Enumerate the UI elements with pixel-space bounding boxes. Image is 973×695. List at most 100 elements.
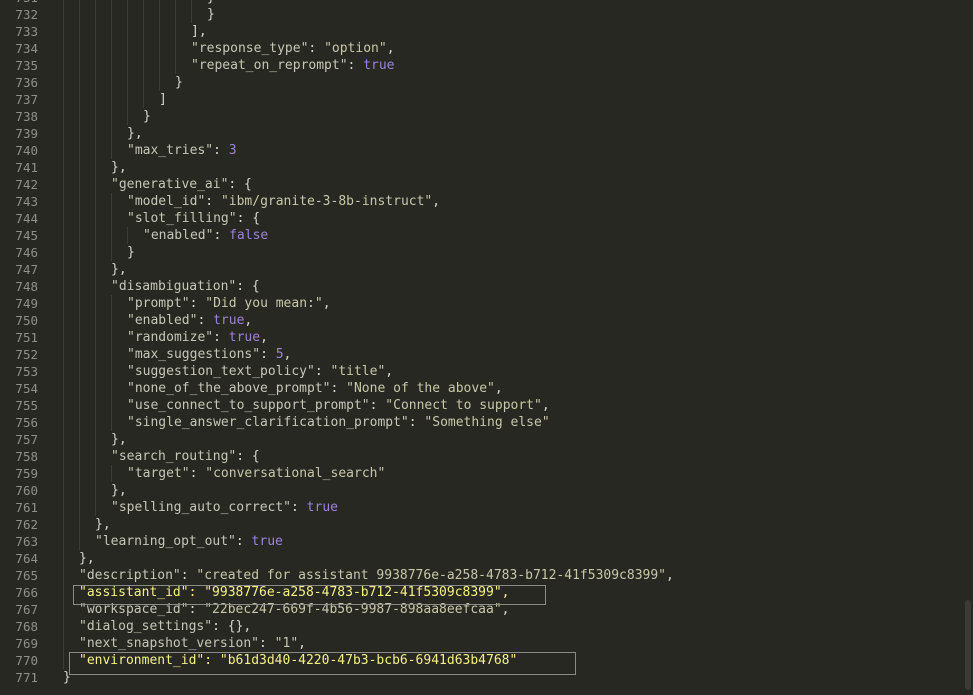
line-number: 754 — [15, 381, 38, 396]
indent-guide — [63, 57, 79, 74]
code-line[interactable]: 750 "enabled": true, — [0, 312, 973, 329]
code-line[interactable]: 736} — [0, 74, 973, 91]
code-line[interactable]: 733], — [0, 23, 973, 40]
code-token: , — [260, 330, 268, 345]
code-line[interactable]: 742 "generative_ai": { — [0, 176, 973, 193]
code-token: true — [363, 58, 395, 73]
line-number: 766 — [15, 585, 38, 600]
indent-guide — [143, 74, 159, 91]
code-token: ], — [191, 24, 207, 39]
line-number: 743 — [15, 194, 38, 209]
indent-guide — [95, 142, 111, 159]
indent-guide — [159, 74, 175, 91]
code-line[interactable]: 762}, — [0, 516, 973, 533]
code-token: : { — [236, 211, 261, 226]
code-line[interactable]: 767 "workspace_id": "22bec247-669f-4b56-9… — [0, 601, 973, 618]
indent-guide — [111, 23, 127, 40]
indent-guide — [143, 6, 159, 23]
code-line[interactable]: 770 "environment_id": "b61d3d40-4220-47b3… — [0, 652, 973, 669]
code-line[interactable]: 738} — [0, 108, 973, 125]
code-line[interactable]: 745 "enabled": false — [0, 227, 973, 244]
code-line[interactable]: 739}, — [0, 125, 973, 142]
code-token: } — [127, 245, 135, 260]
indent-guide — [95, 465, 111, 482]
line-number: 747 — [15, 262, 38, 277]
code-token: "enabled" — [127, 313, 198, 328]
code-lines[interactable]: 731}732}733],734"response_type": "option… — [0, 0, 973, 686]
indent-guide — [111, 91, 127, 108]
code-token: "description" — [79, 568, 181, 583]
code-line[interactable]: 764}, — [0, 550, 973, 567]
code-line[interactable]: 765 "description": "created for assistant… — [0, 567, 973, 584]
code-line[interactable]: 768 "dialog_settings": {}, — [0, 618, 973, 635]
indent-guide — [79, 499, 95, 516]
code-line[interactable]: 766 "assistant_id": "9938776e-a258-4783-b… — [0, 584, 973, 601]
indent-guide — [95, 108, 111, 125]
code-line[interactable]: 751 "randomize": true, — [0, 329, 973, 346]
code-line[interactable]: 735 "repeat_on_reprompt": true — [0, 57, 973, 74]
code-token: "Connect to support" — [385, 398, 542, 413]
indent-guide — [63, 346, 79, 363]
indent-guide — [63, 23, 79, 40]
indent-guide — [79, 533, 95, 550]
code-token: "prompt" — [127, 296, 190, 311]
code-line[interactable]: 737] — [0, 91, 973, 108]
code-token: : — [205, 194, 221, 209]
code-line[interactable]: 746} — [0, 244, 973, 261]
line-number: 771 — [15, 670, 38, 685]
code-token: , — [322, 296, 331, 311]
line-content: "target": "conversational_search" — [63, 465, 385, 482]
line-number: 736 — [15, 75, 38, 90]
code-line[interactable]: 761 "spelling_auto_correct": true — [0, 499, 973, 516]
code-line[interactable]: 734 "response_type": "option", — [0, 40, 973, 57]
code-line[interactable]: 753 "suggestion_text_policy": "title", — [0, 363, 973, 380]
code-line[interactable]: 740 "max_tries": 3 — [0, 142, 973, 159]
code-token: true — [306, 500, 338, 515]
code-line[interactable]: 741}, — [0, 159, 973, 176]
indent-guide — [79, 142, 95, 159]
indent-guide — [79, 40, 95, 57]
code-line[interactable]: 744 "slot_filling": { — [0, 210, 973, 227]
code-line[interactable]: 749 "prompt": "Did you mean:", — [0, 295, 973, 312]
code-token: "single_answer_clarification_prompt" — [127, 415, 409, 430]
scrollbar-thumb[interactable] — [965, 600, 971, 690]
line-content: "environment_id": "b61d3d40-4220-47b3-bc… — [63, 652, 517, 669]
line-number: 739 — [15, 126, 38, 141]
code-line[interactable]: 755 "use_connect_to_support_prompt": "Con… — [0, 397, 973, 414]
code-token: , — [385, 364, 394, 379]
code-line[interactable]: 754 "none_of_the_above_prompt": "None of … — [0, 380, 973, 397]
indent-guide — [95, 91, 111, 108]
code-token: "disambiguation" — [111, 279, 237, 294]
code-line[interactable]: 758 "search_routing": { — [0, 448, 973, 465]
indent-guide — [79, 380, 95, 397]
code-token: : — [259, 636, 275, 651]
code-line[interactable]: 756 "single_answer_clarification_prompt":… — [0, 414, 973, 431]
code-line[interactable]: 760}, — [0, 482, 973, 499]
code-line[interactable]: 759 "target": "conversational_search" — [0, 465, 973, 482]
code-line[interactable]: 732} — [0, 6, 973, 23]
vertical-scrollbar[interactable] — [963, 0, 973, 695]
indent-guide — [79, 346, 95, 363]
code-line[interactable]: 748 "disambiguation": { — [0, 278, 973, 295]
indent-guide — [63, 363, 79, 380]
code-token: true — [228, 330, 261, 345]
code-line[interactable]: 747}, — [0, 261, 973, 278]
line-content: } — [63, 244, 135, 261]
code-line[interactable]: 769 "next_snapshot_version": "1", — [0, 635, 973, 652]
code-line[interactable]: 743 "model_id": "ibm/granite-3-8b-instruc… — [0, 193, 973, 210]
code-token: : — [260, 347, 276, 362]
indent-guide — [95, 210, 111, 227]
code-token: }, — [79, 551, 95, 566]
indent-guide — [79, 176, 95, 193]
indent-guide — [127, 6, 143, 23]
indent-guide — [63, 108, 79, 125]
code-token: "title" — [330, 364, 386, 379]
code-line[interactable]: 757}, — [0, 431, 973, 448]
code-line[interactable]: 771} — [0, 669, 973, 686]
code-editor[interactable]: 731}732}733],734"response_type": "option… — [0, 0, 973, 695]
code-token: : — [308, 41, 325, 56]
indent-guide — [127, 23, 143, 40]
code-line[interactable]: 752 "max_suggestions": 5, — [0, 346, 973, 363]
line-content: "description": "created for assistant 99… — [63, 567, 674, 584]
code-line[interactable]: 763 "learning_opt_out": true — [0, 533, 973, 550]
